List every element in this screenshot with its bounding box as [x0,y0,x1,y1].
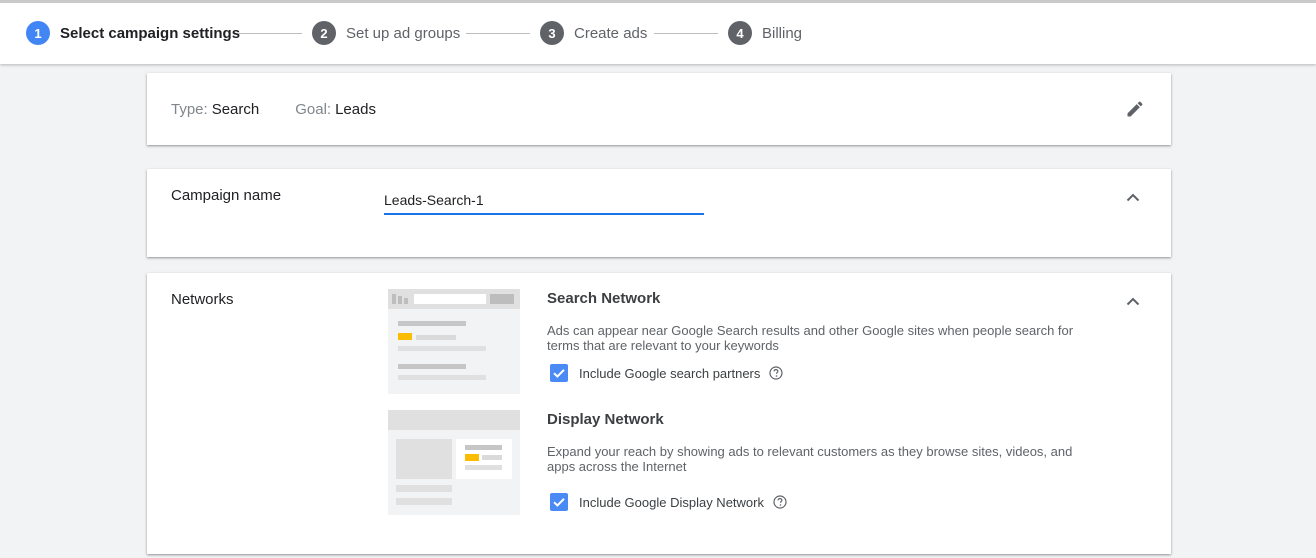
step-number: 3 [540,21,564,45]
help-circle-icon[interactable] [773,495,787,509]
goal-label: Goal: [295,101,332,118]
step-label: Select campaign settings [60,24,241,42]
campaign-name-label: Campaign name [171,187,282,204]
display-network-illustration [388,410,520,515]
include-search-partners-checkbox[interactable]: Include Google search partners [550,364,783,382]
step-label: Create ads [574,24,648,42]
include-display-network-checkbox[interactable]: Include Google Display Network [550,493,787,511]
networks-label: Networks [171,291,234,308]
campaign-summary: Type: Search Goal: Leads [171,101,376,118]
search-network-description: Ads can appear near Google Search result… [547,323,1074,353]
search-network-illustration [388,289,520,394]
pencil-icon[interactable] [1125,99,1145,119]
step-create-ads[interactable]: 3 Create ads [540,21,647,45]
display-network-title: Display Network [547,411,664,428]
step-number: 1 [26,21,50,45]
step-connector [654,33,718,34]
networks-card: Networks Search Network Ads can appear n… [147,273,1171,554]
step-label: Set up ad groups [346,24,461,42]
chevron-up-icon[interactable] [1121,185,1145,209]
campaign-stepper: 1 Select campaign settings 2 Set up ad g… [0,0,1316,64]
help-circle-icon[interactable] [769,366,783,380]
step-connector [238,33,302,34]
display-network-description: Expand your reach by showing ads to rele… [547,444,1073,474]
step-number: 4 [728,21,752,45]
search-partners-label: Include Google search partners [579,365,761,381]
campaign-type-summary-card: Type: Search Goal: Leads [147,73,1171,145]
step-number: 2 [312,21,336,45]
campaign-name-card: Campaign name [147,169,1171,257]
goal-value: Leads [335,101,376,118]
step-connector [466,33,530,34]
step-select-campaign-settings[interactable]: 1 Select campaign settings [26,21,240,45]
chevron-up-icon[interactable] [1121,289,1145,313]
display-network-label: Include Google Display Network [579,494,764,510]
checkmark-icon[interactable] [550,493,568,511]
campaign-name-input[interactable] [384,187,704,215]
type-label: Type: [171,101,208,118]
type-value: Search [211,101,260,118]
step-set-up-ad-groups[interactable]: 2 Set up ad groups [312,21,460,45]
step-billing[interactable]: 4 Billing [728,21,802,45]
search-network-title: Search Network [547,290,661,307]
step-label: Billing [762,24,803,42]
checkmark-icon[interactable] [550,364,568,382]
